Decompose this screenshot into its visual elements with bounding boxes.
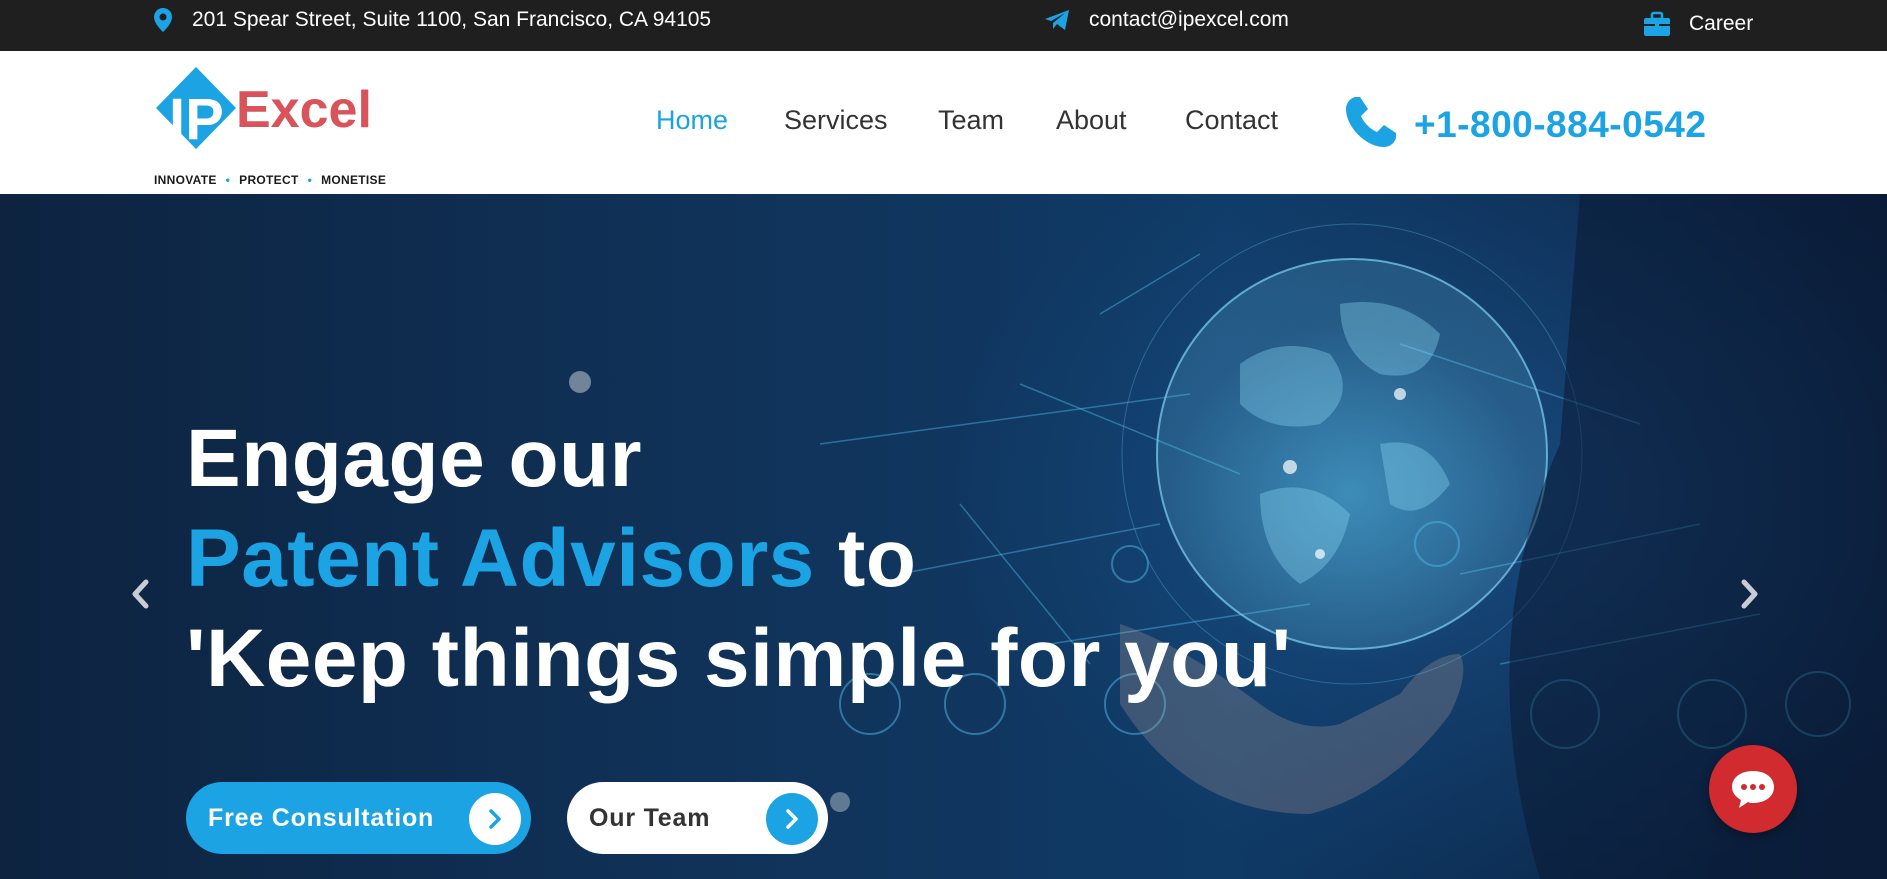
phone-link[interactable]: +1-800-884-0542 xyxy=(1342,93,1706,156)
phone-icon xyxy=(1342,93,1400,156)
tagline-innovate: INNOVATE xyxy=(154,173,217,187)
free-consultation-label: Free Consultation xyxy=(208,803,435,832)
slider-prev-button[interactable] xyxy=(126,574,156,614)
nav-contact[interactable]: Contact xyxy=(1185,105,1278,136)
nav-services[interactable]: Services xyxy=(784,105,888,136)
chevron-right-icon xyxy=(766,793,818,845)
tagline-monetise: MONETISE xyxy=(321,173,387,187)
career-label[interactable]: Career xyxy=(1689,12,1753,36)
email-link[interactable]: contact@ipexcel.com xyxy=(1089,8,1289,32)
phone-number[interactable]: +1-800-884-0542 xyxy=(1414,104,1706,146)
address-item: 201 Spear Street, Suite 1100, San Franci… xyxy=(152,0,711,40)
hero-slider: Engage our Patent Advisors to 'Keep thin… xyxy=(0,194,1887,879)
logo-mark: IP Excel xyxy=(156,67,372,152)
briefcase-icon xyxy=(1643,11,1671,37)
headline-line-1: Engage our xyxy=(186,413,643,504)
nav-about[interactable]: About xyxy=(1056,105,1127,136)
our-team-label: Our Team xyxy=(589,803,711,832)
headline-accent: Patent Advisors xyxy=(186,513,815,604)
address-text: 201 Spear Street, Suite 1100, San Franci… xyxy=(192,8,712,31)
chevron-left-icon xyxy=(132,579,149,609)
headline-line-2: Patent Advisors to xyxy=(186,509,1291,609)
logo-name-text: Excel xyxy=(236,81,372,139)
logo-mark-text: IP xyxy=(169,87,224,152)
our-team-button[interactable]: Our Team xyxy=(567,782,828,854)
headline-line-2-rest: to xyxy=(814,513,917,604)
free-consultation-button[interactable]: Free Consultation xyxy=(186,782,531,854)
slider-next-button[interactable] xyxy=(1734,574,1764,614)
tagline-protect: PROTECT xyxy=(239,173,299,187)
top-bar: 201 Spear Street, Suite 1100, San Franci… xyxy=(0,0,1887,51)
telegram-icon xyxy=(1044,8,1071,32)
email-item[interactable]: contact@ipexcel.com xyxy=(1044,0,1289,40)
chevron-right-icon xyxy=(1741,579,1758,609)
nav-home[interactable]: Home xyxy=(656,105,728,136)
headline-line-3: 'Keep things simple for you' xyxy=(186,613,1292,704)
chevron-right-icon xyxy=(469,793,521,845)
chat-bubble-icon xyxy=(1732,771,1774,808)
location-pin-icon xyxy=(152,7,174,33)
hero-headline: Engage our Patent Advisors to 'Keep thin… xyxy=(186,409,1291,709)
career-link[interactable]: Career xyxy=(1643,4,1753,44)
nav-team[interactable]: Team xyxy=(938,105,1004,136)
site-header: IP Excel INNOVATE • PROTECT • MONETISE Home … xyxy=(0,51,1887,194)
logo-tagline: INNOVATE • PROTECT • MONETISE xyxy=(154,173,387,187)
logo[interactable]: IP Excel INNOVATE • PROTECT • MONETISE xyxy=(152,65,392,187)
chat-button[interactable] xyxy=(1709,745,1797,833)
